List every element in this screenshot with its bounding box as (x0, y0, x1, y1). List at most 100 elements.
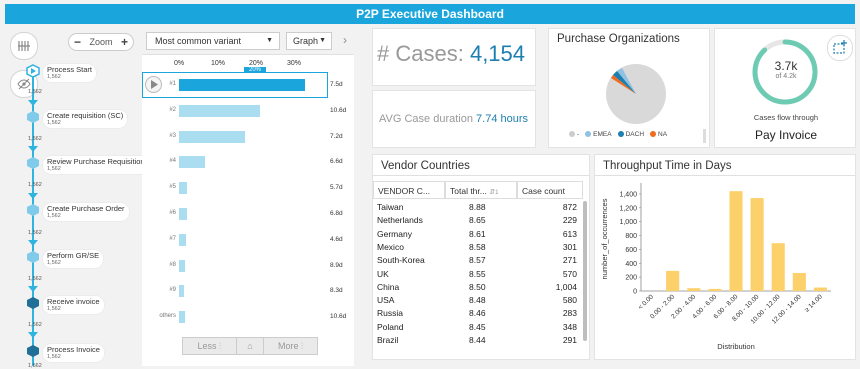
activity-node-icon[interactable] (26, 110, 40, 124)
variant-bar[interactable] (179, 259, 186, 272)
variant-bar[interactable] (179, 233, 186, 246)
table-row[interactable]: Poland 8.45 348 (373, 322, 581, 335)
variant-bar[interactable] (179, 182, 188, 195)
variant-row-label: #3 (169, 132, 176, 139)
table-row[interactable]: Germany 8.61 613 (373, 229, 581, 242)
throughput-bar[interactable] (771, 243, 785, 291)
cell-country: South-Korea (377, 255, 425, 266)
cell-country: USA (377, 295, 395, 306)
node-review-requisition[interactable]: Review Purchase Requisition 1,562 (43, 156, 149, 174)
cell-case-count: 580 (562, 295, 577, 306)
purchase-orgs-pie[interactable] (605, 63, 667, 125)
column-header-case-count[interactable]: Case count (517, 181, 583, 199)
purchase-orgs-title: Purchase Organizations (557, 33, 680, 45)
home-icon[interactable]: ⌂ (237, 338, 265, 354)
legend-item[interactable]: EMEA (585, 131, 612, 138)
throughput-bar[interactable] (666, 270, 680, 291)
scrollbar[interactable] (703, 129, 706, 143)
variant-row-label: #1 (169, 81, 176, 87)
cell-country: Germany (377, 228, 412, 239)
table-row[interactable]: UK 8.55 570 (373, 269, 581, 282)
x-tick-label: < 0.00 (637, 293, 655, 311)
layout-tool-icon[interactable] (10, 32, 38, 60)
dropdown-caret-icon: ▼ (319, 37, 326, 44)
variant-select[interactable]: Most common variant ▼ (146, 32, 280, 50)
variant-bar[interactable] (179, 285, 185, 298)
process-flow[interactable]: Process Start 1,562 1,562 Create requisit… (22, 60, 149, 369)
table-row[interactable]: Russia 8.46 283 (373, 308, 581, 321)
purchase-orgs-legend: - EMEA DACH NA (569, 131, 667, 138)
less-button[interactable]: Less ⫶ (183, 338, 237, 354)
throughput-bar[interactable] (792, 272, 806, 291)
start-node-icon[interactable] (26, 64, 40, 78)
throughput-bar[interactable] (708, 288, 722, 291)
column-header-vendor[interactable]: VENDOR C... (373, 181, 445, 199)
cell-case-count: 301 (562, 241, 577, 252)
flow-arrow-icon (28, 332, 38, 338)
legend-item[interactable]: NA (650, 131, 667, 138)
node-process-invoice[interactable]: Process Invoice 1,562 (43, 344, 104, 362)
table-scrollbar[interactable] (583, 201, 587, 341)
throughput-chart[interactable]: 02004006008001,0001,2001,400< 0.000.00 -… (595, 177, 855, 359)
variant-bar[interactable] (179, 79, 305, 91)
node-receive-invoice[interactable]: Receive invoice 1,562 (43, 296, 104, 314)
zoom-in-button[interactable]: + (121, 35, 128, 49)
more-button[interactable]: More ⫶ (264, 338, 317, 354)
select-activity-icon[interactable] (827, 35, 853, 61)
throughput-bar[interactable] (750, 198, 764, 291)
dropdown-caret-icon: ▼ (266, 37, 273, 44)
cell-throughput: 8.48 (469, 295, 486, 306)
cell-throughput: 8.57 (469, 255, 486, 266)
activity-node-icon[interactable] (26, 296, 40, 310)
node-create-requisition[interactable]: Create requisition (SC) 1,562 (43, 110, 128, 128)
variant-bar[interactable] (179, 104, 260, 117)
activity-node-icon[interactable] (26, 203, 40, 217)
legend-item[interactable]: - (569, 131, 579, 138)
legend-item[interactable]: DACH (617, 131, 644, 138)
activity-node-icon[interactable] (26, 344, 40, 358)
throughput-bar[interactable] (813, 287, 827, 291)
variant-row-label: #4 (169, 158, 176, 165)
cell-country: UK (377, 268, 389, 279)
cell-case-count: 271 (562, 255, 577, 266)
kpi-cases-card: # Cases: 4,154 (372, 28, 536, 86)
throughput-card: Throughput Time in Days 0 200 400 600 800 1,0… (594, 154, 856, 360)
node-perform-gr-se[interactable]: Perform GR/SE 1,562 (43, 250, 104, 268)
variant-duration: 6.8d (330, 210, 343, 217)
table-row[interactable]: China 8.50 1,004 (373, 282, 581, 295)
activity-node-icon[interactable] (26, 250, 40, 264)
table-row[interactable]: Mexico 8.58 301 (373, 242, 581, 255)
edge-count: 1,562 (28, 322, 42, 328)
table-row[interactable]: USA 8.48 580 (373, 295, 581, 308)
y-tick-label: 0 (633, 289, 637, 296)
chevron-right-icon[interactable]: › (338, 32, 352, 50)
edge-count: 1,562 (28, 363, 42, 369)
view-mode-select[interactable]: Graph ▼ (286, 32, 332, 50)
cell-throughput: 8.45 (469, 321, 486, 332)
node-process-start[interactable]: Process Start 1,562 (43, 64, 97, 82)
cell-case-count: 613 (562, 228, 577, 239)
activity-node-icon[interactable] (26, 156, 40, 170)
zoom-out-button[interactable]: − (74, 35, 81, 49)
variant-bar[interactable] (179, 130, 245, 143)
variant-bar[interactable] (179, 311, 186, 324)
variant-row-label: #7 (169, 235, 176, 242)
table-row[interactable]: Brazil 8.44 291 (373, 335, 581, 348)
throughput-bar[interactable] (687, 288, 701, 291)
zoom-label: Zoom (89, 37, 113, 47)
table-row[interactable]: Taiwan 8.88 872 (373, 202, 581, 215)
table-row[interactable]: South-Korea 8.57 271 (373, 255, 581, 268)
kpi-cases-label: # Cases: (377, 41, 464, 66)
kpi-avg-label: AVG Case duration (379, 113, 473, 125)
table-row[interactable]: Netherlands 8.65 229 (373, 215, 581, 228)
throughput-bar[interactable] (729, 191, 743, 291)
column-header-throughput[interactable]: Total thr... ⇵1 (445, 181, 517, 199)
kpi-avg-value: 7.74 hours (476, 113, 529, 125)
variant-bar[interactable] (179, 208, 187, 220)
flow-arrow-icon (28, 193, 38, 199)
node-create-purchase-order[interactable]: Create Purchase Order 1,562 (43, 203, 129, 221)
variant-bar[interactable] (179, 156, 205, 169)
cell-case-count: 570 (562, 268, 577, 279)
variant-duration: 10.6d (330, 106, 347, 114)
cell-throughput: 8.58 (469, 241, 486, 252)
